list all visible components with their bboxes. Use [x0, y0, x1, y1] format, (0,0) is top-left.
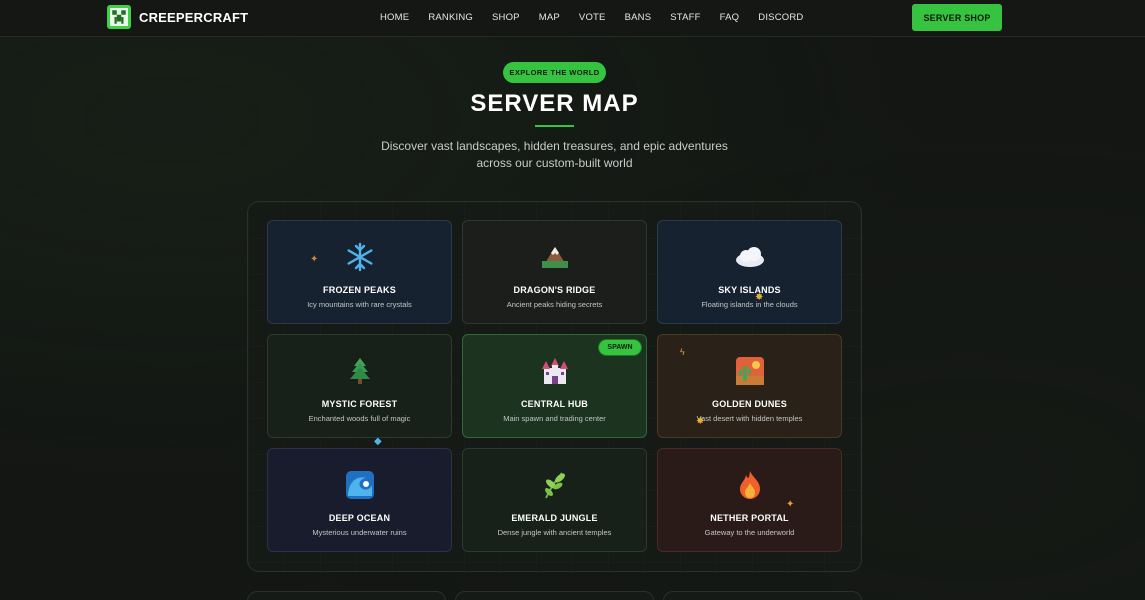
main-menu: HOME RANKING SHOP MAP VOTE BANS STAFF FA…: [380, 12, 803, 23]
title-underline: [535, 125, 574, 127]
region-description: Ancient peaks hiding secrets: [506, 300, 603, 309]
region-name: FROZEN PEAKS: [323, 285, 396, 295]
region-card-nether-portal[interactable]: NETHER PORTAL Gateway to the underworld: [657, 448, 842, 552]
cloud-icon: [658, 241, 841, 273]
page-subtitle: Discover vast landscapes, hidden treasur…: [381, 139, 728, 170]
lightning-icon: ϟ: [680, 347, 685, 357]
snowflake-icon: [268, 241, 451, 273]
region-description: Mysterious underwater ruins: [312, 528, 407, 537]
spawn-badge: SPAWN: [598, 339, 642, 356]
region-name: MYSTIC FOREST: [321, 399, 398, 409]
region-name: CENTRAL HUB: [520, 399, 589, 409]
nav-link-staff[interactable]: STAFF: [670, 12, 700, 23]
region-description: Vast desert with hidden temples: [696, 414, 803, 423]
nav-link-vote[interactable]: VOTE: [579, 12, 606, 23]
fire-icon: [658, 469, 841, 501]
region-card-sky-islands[interactable]: SKY ISLANDS Floating islands in the clou…: [657, 220, 842, 324]
region-card-central-hub[interactable]: SPAWN CENTRAL HUB Main spawn and trading…: [462, 334, 647, 438]
desert-icon: [658, 355, 841, 387]
region-name: EMERALD JUNGLE: [511, 513, 598, 523]
leaf-icon: [463, 469, 646, 501]
region-card-mystic-forest[interactable]: MYSTIC FOREST Enchanted woods full of ma…: [267, 334, 452, 438]
creeper-icon: [107, 5, 131, 29]
page-title: SERVER MAP: [470, 90, 639, 117]
diamond-icon: ◆: [374, 436, 382, 447]
nav-link-discord[interactable]: DISCORD: [758, 12, 803, 23]
info-card: [663, 591, 862, 600]
region-description: Enchanted woods full of magic: [308, 414, 411, 423]
region-card-dragons-ridge[interactable]: DRAGON'S RIDGE Ancient peaks hiding secr…: [462, 220, 647, 324]
wave-icon: [268, 469, 451, 501]
region-name: SKY ISLANDS: [718, 285, 781, 295]
tree-icon: [268, 355, 451, 387]
nav-link-map[interactable]: MAP: [539, 12, 560, 23]
region-description: Dense jungle with ancient temples: [497, 528, 612, 537]
region-card-frozen-peaks[interactable]: FROZEN PEAKS Icy mountains with rare cry…: [267, 220, 452, 324]
region-description: Main spawn and trading center: [503, 414, 606, 423]
nav-link-home[interactable]: HOME: [380, 12, 409, 23]
nav-link-shop[interactable]: SHOP: [492, 12, 520, 23]
region-name: NETHER PORTAL: [710, 513, 789, 523]
mountain-icon: [463, 241, 646, 273]
section-badge: EXPLORE THE WORLD: [503, 62, 606, 83]
sparkle-icon: ✸: [696, 416, 705, 427]
nav-link-faq[interactable]: FAQ: [720, 12, 740, 23]
region-description: Gateway to the underworld: [704, 528, 795, 537]
sparkle-icon: ✸: [755, 292, 764, 303]
region-card-emerald-jungle[interactable]: EMERALD JUNGLE Dense jungle with ancient…: [462, 448, 647, 552]
nav-link-ranking[interactable]: RANKING: [428, 12, 473, 23]
region-card-deep-ocean[interactable]: DEEP OCEAN Mysterious underwater ruins: [267, 448, 452, 552]
region-name: DEEP OCEAN: [328, 513, 391, 523]
brand-logo[interactable]: CREEPERCRAFT: [107, 5, 248, 29]
region-name: DRAGON'S RIDGE: [513, 285, 596, 295]
map-panel: FROZEN PEAKS Icy mountains with rare cry…: [247, 201, 862, 572]
sparkle-icon: ✦: [310, 254, 319, 265]
sparkle-icon: ✦: [786, 499, 795, 510]
region-name: GOLDEN DUNES: [712, 399, 787, 409]
top-nav: CREEPERCRAFT HOME RANKING SHOP MAP VOTE …: [0, 0, 1145, 37]
brand-name: CREEPERCRAFT: [139, 9, 249, 25]
info-card: [247, 591, 446, 600]
region-description: Icy mountains with rare crystals: [307, 300, 412, 309]
nav-link-bans[interactable]: BANS: [625, 12, 652, 23]
info-card: [455, 591, 654, 600]
castle-icon: [463, 355, 646, 387]
server-shop-button[interactable]: SERVER SHOP: [912, 4, 1002, 31]
region-description: Floating islands in the clouds: [701, 300, 798, 309]
